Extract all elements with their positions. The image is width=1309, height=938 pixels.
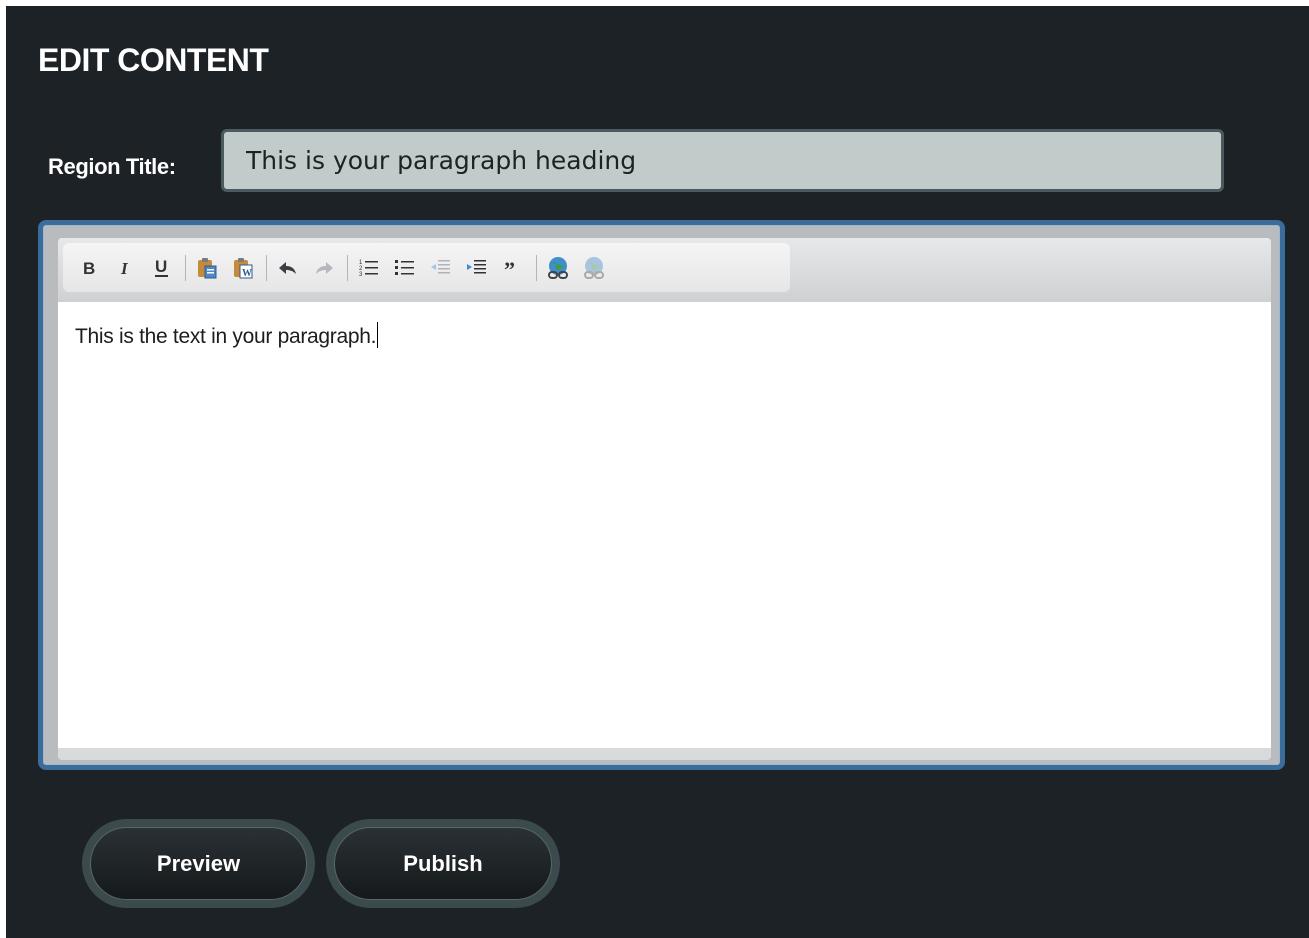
svg-text:W: W bbox=[242, 268, 252, 279]
preview-button-ring: Preview bbox=[82, 819, 315, 908]
bulleted-list-icon[interactable] bbox=[390, 253, 420, 283]
edit-content-panel: EDIT CONTENT Region Title: B I U bbox=[6, 6, 1309, 938]
bold-icon[interactable]: B bbox=[75, 253, 105, 283]
toolbar-separator bbox=[536, 254, 537, 281]
undo-icon[interactable] bbox=[273, 253, 303, 283]
text-cursor bbox=[377, 322, 379, 348]
paragraph-text: This is the text in your paragraph. bbox=[75, 325, 377, 348]
svg-text:B: B bbox=[83, 259, 95, 277]
unlink-icon[interactable] bbox=[579, 253, 609, 283]
region-title-input[interactable] bbox=[221, 129, 1224, 192]
editor-content-area[interactable]: This is the text in your paragraph. bbox=[58, 302, 1271, 748]
page-title: EDIT CONTENT bbox=[38, 42, 269, 78]
editor-body: B I U W 1 2 3 ” This is the text in your… bbox=[58, 238, 1271, 760]
toolbar-separator bbox=[347, 254, 348, 281]
rich-text-editor: B I U W 1 2 3 ” This is the text in your… bbox=[38, 220, 1285, 770]
svg-text:U: U bbox=[155, 258, 167, 276]
italic-icon[interactable]: I bbox=[111, 253, 141, 283]
publish-button-ring: Publish bbox=[326, 819, 560, 908]
indent-icon[interactable] bbox=[462, 253, 492, 283]
toolbar-area: B I U W 1 2 3 ” bbox=[58, 238, 1271, 302]
numbered-list-icon[interactable]: 123 bbox=[354, 253, 384, 283]
region-title-label: Region Title: bbox=[48, 154, 176, 179]
underline-icon[interactable]: U bbox=[147, 253, 177, 283]
paste-from-word-icon[interactable]: W bbox=[228, 253, 258, 283]
toolbar-separator bbox=[266, 254, 267, 281]
svg-text:”: ” bbox=[504, 259, 515, 277]
blockquote-icon[interactable]: ” bbox=[498, 253, 528, 283]
outdent-icon[interactable] bbox=[426, 253, 456, 283]
publish-button[interactable]: Publish bbox=[334, 827, 552, 900]
svg-text:3: 3 bbox=[359, 272, 363, 278]
paste-text-icon[interactable] bbox=[192, 253, 222, 283]
editor-toolbar: B I U W 1 2 3 ” bbox=[63, 243, 790, 292]
toolbar-separator bbox=[185, 254, 186, 281]
redo-icon[interactable] bbox=[309, 253, 339, 283]
svg-text:I: I bbox=[120, 259, 129, 277]
preview-button[interactable]: Preview bbox=[90, 827, 307, 900]
link-icon[interactable] bbox=[543, 253, 573, 283]
